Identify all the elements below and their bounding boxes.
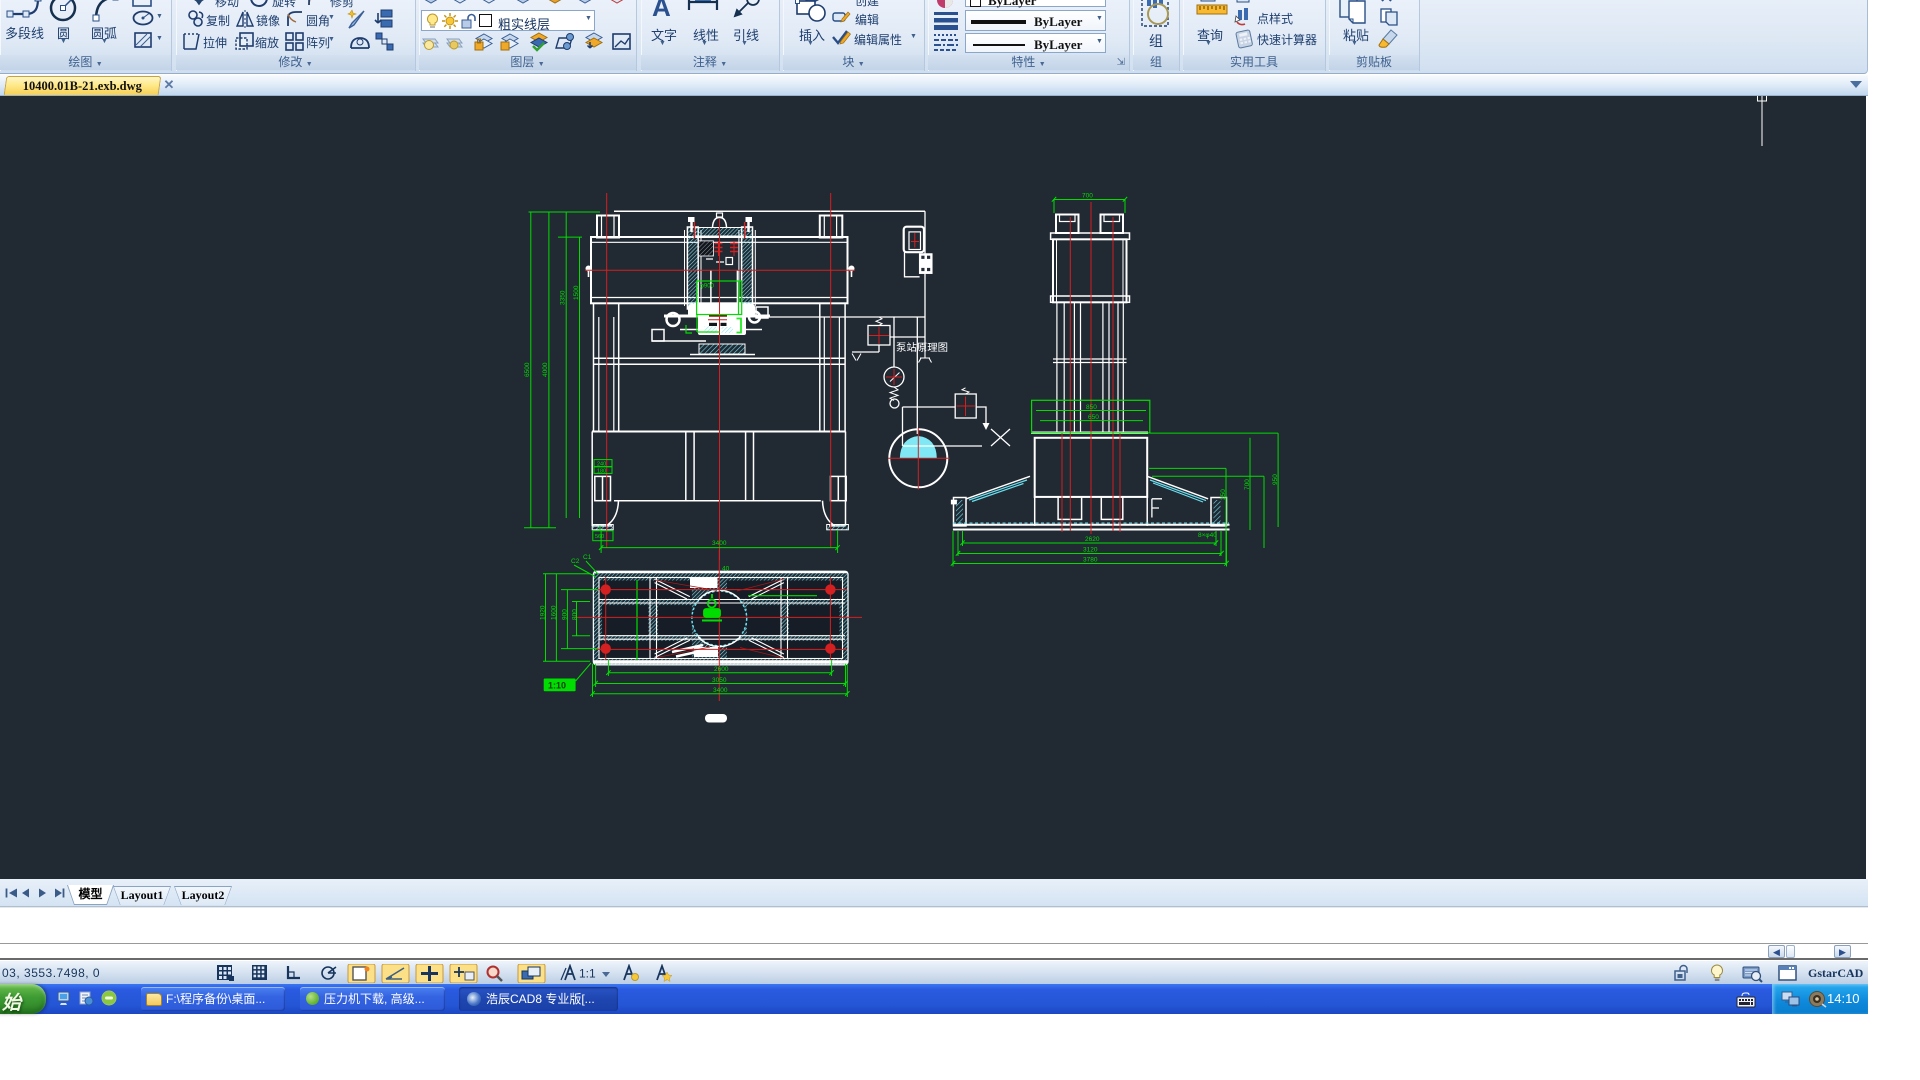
svg-text:3120: 3120 [1083,547,1098,554]
svg-text:900: 900 [562,609,569,620]
svg-text:1920: 1920 [540,605,547,620]
svg-text:3350: 3350 [560,290,567,305]
svg-text:180: 180 [597,469,606,475]
svg-text:3400: 3400 [713,687,728,694]
svg-text:6500: 6500 [524,362,531,377]
svg-text:800: 800 [571,609,578,620]
svg-text:650: 650 [1088,414,1099,421]
svg-text:350: 350 [1220,489,1227,500]
svg-text:4000: 4000 [542,362,549,377]
svg-text:φ900: φ900 [700,284,715,290]
svg-text:560: 560 [595,534,604,540]
svg-text:2600: 2600 [714,666,729,673]
svg-text:1:10: 1:10 [548,681,566,691]
svg-text:C1: C1 [583,554,592,561]
svg-text:3050: 3050 [712,677,727,684]
svg-text:240: 240 [597,462,606,468]
svg-text:3400: 3400 [712,540,727,547]
svg-text:泵站原理图: 泵站原理图 [896,341,948,354]
svg-text:700: 700 [1082,193,1093,200]
svg-text:950: 950 [1272,474,1279,485]
svg-text:1:1: 1:1 [579,967,596,981]
svg-text:8×φ40: 8×φ40 [1198,532,1217,539]
svg-text:3780: 3780 [1083,557,1098,564]
svg-text:1500: 1500 [573,285,580,300]
svg-text:40: 40 [722,566,730,573]
svg-text:850: 850 [1086,404,1097,411]
svg-text:700: 700 [1244,479,1251,490]
svg-text:1600: 1600 [551,605,558,620]
svg-text:C2: C2 [571,558,580,565]
svg-text:2620: 2620 [1085,536,1100,543]
